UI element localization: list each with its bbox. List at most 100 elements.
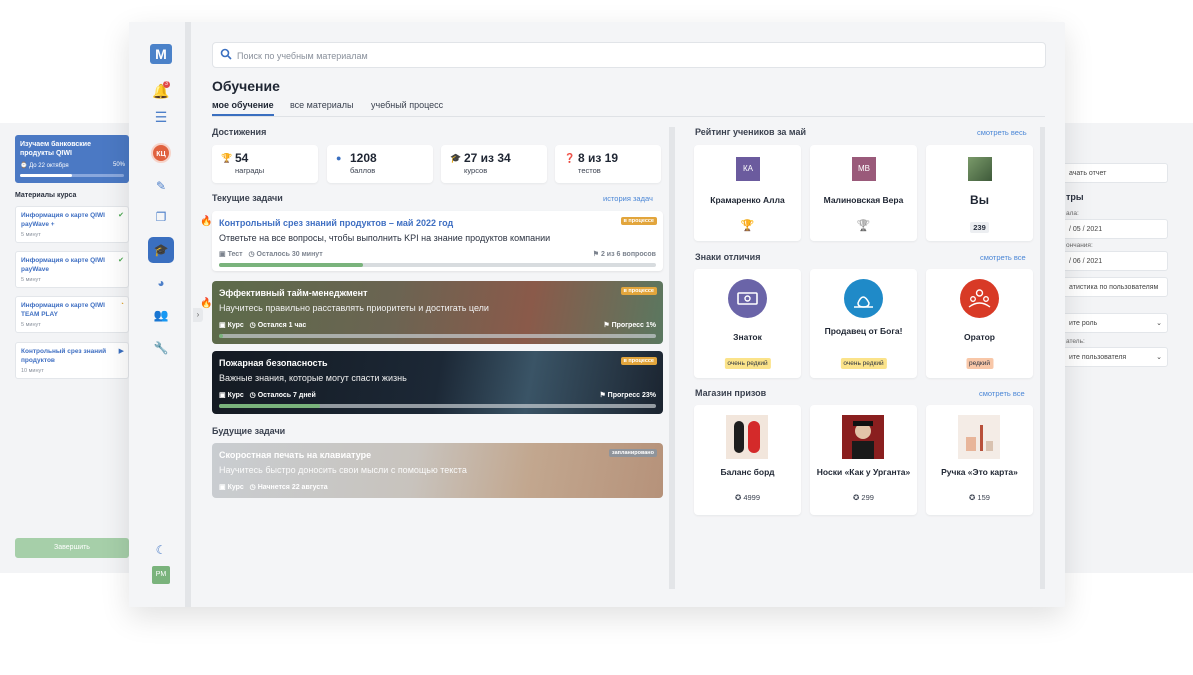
- task-history-link[interactable]: история задач: [603, 194, 653, 203]
- pin-icon[interactable]: ✎: [150, 175, 172, 197]
- achievement-card: ❓ 8 из 19 тестов: [555, 145, 661, 183]
- wrench-icon[interactable]: 🔧: [150, 337, 172, 359]
- silver-trophy-icon: 🏆: [856, 220, 871, 232]
- end-date-input[interactable]: / 06 / 2021: [1062, 251, 1168, 271]
- user-avatar[interactable]: КЦ: [151, 143, 171, 163]
- achievements-header: Достижения: [212, 127, 267, 137]
- achievement-label: тестов: [578, 166, 601, 175]
- start-date-input[interactable]: / 05 / 2021: [1062, 219, 1168, 239]
- logo[interactable]: M: [150, 44, 172, 64]
- tab-learning-process[interactable]: учебный процесс: [371, 100, 443, 110]
- badge-card[interactable]: Оратор редкий: [926, 269, 1033, 378]
- material-duration: 5 минут: [21, 322, 41, 328]
- task-meta: ▣ Курс ◷ Начнется 22 августа: [219, 484, 328, 491]
- audience-icon: [960, 279, 999, 318]
- material-duration: 5 минут: [21, 232, 41, 238]
- badges-see-all-link[interactable]: смотреть все: [980, 253, 1026, 262]
- score-badge: 239: [970, 222, 989, 233]
- prize-card[interactable]: Ручка «Это карта» ✪ 159: [926, 405, 1033, 515]
- notification-badge: 3: [163, 81, 170, 88]
- shop-see-all-link[interactable]: смотреть все: [979, 389, 1025, 398]
- tab-my-learning[interactable]: мое обучение: [212, 100, 274, 116]
- material-title: Информация о карте QIWI TEAM PLAY: [21, 302, 105, 318]
- coin-icon: ●: [336, 153, 342, 163]
- material-item[interactable]: Информация о карте QIWI payWave + 5 мину…: [15, 206, 129, 243]
- rating-name: Крамаренко Алла: [710, 195, 785, 205]
- fire-icon: 🔥: [200, 216, 213, 227]
- task-card[interactable]: Контрольный срез знаний продуктов – май …: [212, 211, 663, 271]
- money-icon: [728, 279, 767, 318]
- task-card[interactable]: Эффективный тайм-менеджмент Научитесь пр…: [212, 281, 663, 344]
- chevron-down-icon: ⌄: [1156, 320, 1162, 327]
- task-description: Научитесь правильно расставлять приорите…: [219, 303, 489, 313]
- task-card[interactable]: Пожарная безопасность Важные знания, кот…: [212, 351, 663, 414]
- role-select[interactable]: ите роль ⌄: [1062, 313, 1168, 333]
- task-title: Контрольный срез знаний продуктов – май …: [219, 218, 454, 228]
- task-right-meta: ⚑ 2 из 6 вопросов: [592, 251, 656, 258]
- chart-pie-icon[interactable]: ◕: [150, 272, 172, 294]
- task-description: Важные знания, которые могут спасти жизн…: [219, 373, 407, 383]
- scrollbar-right[interactable]: [1040, 127, 1045, 589]
- achievement-label: курсов: [464, 166, 488, 175]
- rating-name: Малиновская Вера: [823, 195, 904, 205]
- badge-card[interactable]: Знаток очень редкий: [694, 269, 801, 378]
- prize-name: Баланс борд: [720, 467, 775, 477]
- user-label: атель:: [1066, 338, 1085, 345]
- prize-name: Ручка «Это карта»: [941, 467, 1018, 477]
- material-item[interactable]: Информация о карте QIWI payWave 5 минут …: [15, 251, 129, 288]
- materials-header: Материалы курса: [15, 192, 77, 199]
- status-badge: в процессе: [620, 287, 657, 295]
- download-report-button[interactable]: ачать отчет: [1062, 163, 1168, 183]
- achievement-value: 27 из 34: [464, 151, 511, 165]
- course-card[interactable]: Изучаем банковские продукты QIWI ⌚ До 22…: [15, 135, 129, 183]
- user-select[interactable]: ите пользователя ⌄: [1062, 347, 1168, 367]
- menu-icon[interactable]: ☰: [150, 106, 172, 128]
- collapse-toggle[interactable]: ›: [193, 308, 203, 322]
- quiz-icon: ❓: [564, 153, 576, 163]
- task-title: Эффективный тайм-менеджмент: [219, 288, 368, 298]
- stat-option[interactable]: атистика по пользователям: [1062, 277, 1168, 297]
- money-bag-icon: [844, 279, 883, 318]
- rating-card[interactable]: МВ Малиновская Вера 🏆: [810, 145, 917, 241]
- graduation-cap-icon: 🎓: [153, 243, 169, 257]
- achievement-label: баллов: [350, 166, 376, 175]
- prize-card[interactable]: Носки «Как у Урганта» ✪ 299: [810, 405, 917, 515]
- search-input[interactable]: Поиск по учебным материалам: [212, 42, 1046, 68]
- tab-all-materials[interactable]: все материалы: [290, 100, 353, 110]
- achievement-card: 🏆 54 награды: [212, 145, 318, 183]
- filters-header: тры: [1066, 192, 1084, 202]
- task-progress-bar: [219, 334, 656, 338]
- task-meta: ▣ Тест ◷ Осталось 30 минут: [219, 251, 323, 258]
- status-badge: в процессе: [620, 357, 657, 365]
- badge-card[interactable]: Продавец от Бога! очень редкий: [810, 269, 917, 378]
- check-icon: ✔: [118, 212, 124, 219]
- course-deadline: ⌚ До 22 октября: [20, 163, 69, 169]
- status-badge: в процессе: [620, 217, 657, 225]
- end-date-label: ончания:: [1066, 242, 1093, 249]
- library-icon[interactable]: ❐: [150, 206, 172, 228]
- users-icon[interactable]: 👥: [150, 304, 172, 326]
- avatar: КА: [736, 157, 760, 181]
- achievement-card: 🎓 27 из 34 курсов: [441, 145, 547, 183]
- prize-price: ✪ 4999: [734, 493, 761, 502]
- rating-card-self[interactable]: Вы 239: [926, 145, 1033, 241]
- achievement-label: награды: [235, 166, 265, 175]
- rating-name: Вы: [970, 193, 989, 207]
- moon-icon[interactable]: ☾: [150, 539, 172, 561]
- finish-button[interactable]: Завершить: [15, 538, 129, 558]
- material-item[interactable]: Контрольный срез знаний продуктов 10 мин…: [15, 342, 129, 379]
- graduation-cap-icon: 🎓: [450, 153, 462, 163]
- bottom-avatar[interactable]: PM: [152, 566, 170, 584]
- task-progress-bar: [219, 404, 656, 408]
- task-card-planned[interactable]: Скоростная печать на клавиатуре Научитес…: [212, 443, 663, 498]
- rarity-tag: очень редкий: [840, 358, 887, 369]
- rating-see-all-link[interactable]: смотреть весь: [977, 128, 1027, 137]
- task-progress-bar: [219, 263, 656, 267]
- task-right-meta: ⚑ Прогресс 1%: [603, 322, 656, 329]
- avatar-photo: [968, 157, 992, 181]
- task-description: Научитесь быстро доносить свои мысли с п…: [219, 465, 467, 475]
- material-item[interactable]: Информация о карте QIWI TEAM PLAY 5 мину…: [15, 296, 129, 333]
- prize-card[interactable]: Баланс борд ✪ 4999: [694, 405, 801, 515]
- rating-card[interactable]: КА Крамаренко Алла 🏆: [694, 145, 801, 241]
- scrollbar-left[interactable]: [669, 127, 675, 589]
